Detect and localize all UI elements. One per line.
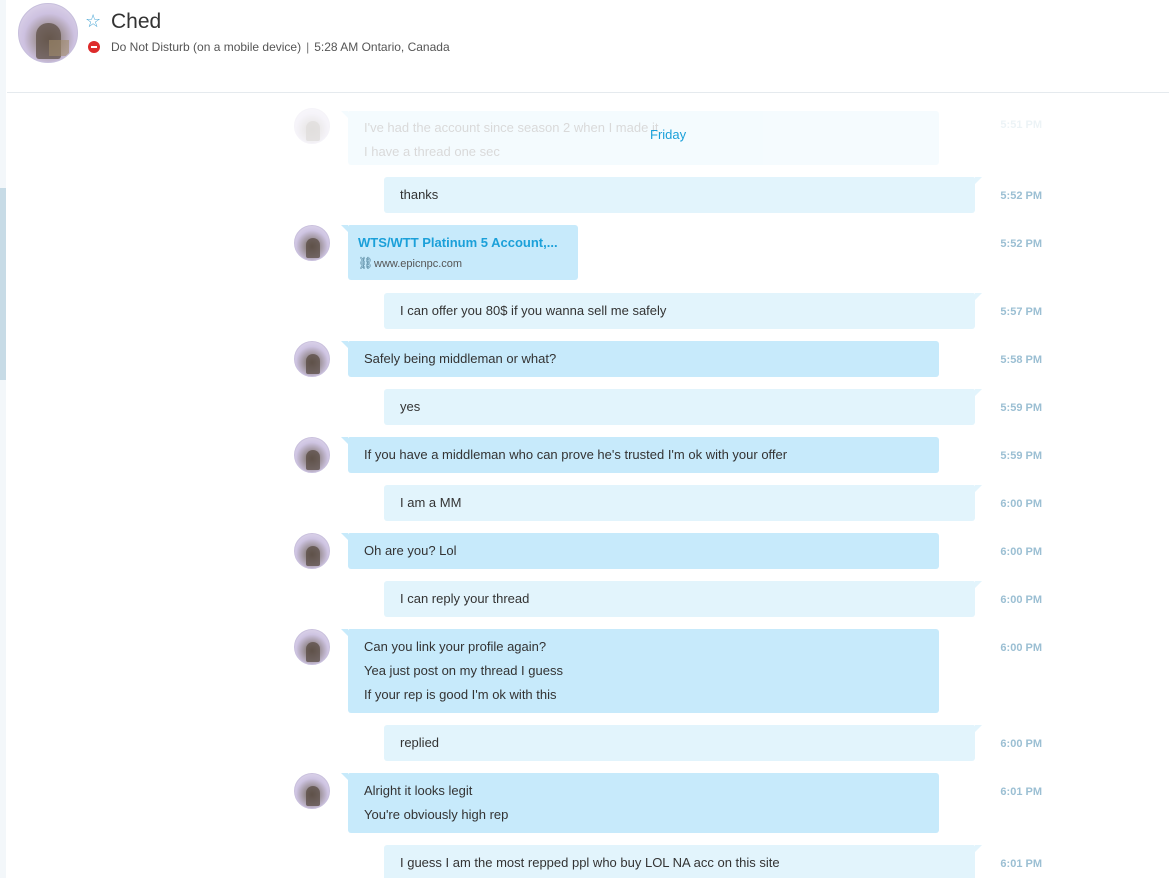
message-time: 6:00 PM xyxy=(1000,642,1042,654)
message-text: replied xyxy=(400,735,440,750)
message-bubble-received[interactable]: Alright it looks legit You're obviously … xyxy=(341,773,939,833)
message-text: Alright it looks legit xyxy=(364,783,473,798)
favorite-star-icon[interactable]: ☆ xyxy=(85,12,101,32)
do-not-disturb-icon xyxy=(88,41,100,53)
contact-avatar-small xyxy=(294,629,330,665)
day-divider: Friday xyxy=(650,127,687,142)
message-text: You're obviously high rep xyxy=(364,807,509,822)
presence-status: Do Not Disturb (on a mobile device) xyxy=(111,40,302,54)
message-text: Can you link your profile again? xyxy=(364,639,547,654)
message-time: 6:00 PM xyxy=(1000,546,1042,558)
sidebar-scrollbar[interactable] xyxy=(0,188,6,380)
message-time: 5:59 PM xyxy=(1000,450,1042,462)
message-time: 5:51 PM xyxy=(1000,119,1042,131)
message-bubble-received[interactable]: If you have a middleman who can prove he… xyxy=(341,437,939,473)
message-bubble-received[interactable]: Safely being middleman or what? xyxy=(341,341,939,377)
message-history[interactable]: I've had the account since season 2 when… xyxy=(7,93,1169,878)
message-time: 6:00 PM xyxy=(1000,594,1042,606)
message-text: I've had the account since season 2 when… xyxy=(364,120,659,135)
message-text: yes xyxy=(400,399,421,414)
message-time: 6:00 PM xyxy=(1000,738,1042,750)
contact-avatar[interactable] xyxy=(18,3,78,63)
message-bubble-sent[interactable]: I am a MM xyxy=(384,485,982,521)
contact-avatar-small xyxy=(294,341,330,377)
left-sidebar-edge xyxy=(0,0,6,878)
message-text: I guess I am the most repped ppl who buy… xyxy=(400,855,780,870)
message-text: If your rep is good I'm ok with this xyxy=(364,687,557,702)
message-bubble-sent[interactable]: replied xyxy=(384,725,982,761)
message-bubble-sent[interactable]: thanks xyxy=(384,177,982,213)
message-text: I can reply your thread xyxy=(400,591,530,606)
link-icon: ⛓ xyxy=(358,256,374,270)
link-url[interactable]: ⛓www.epicnpc.com xyxy=(358,254,568,273)
message-text: I am a MM xyxy=(400,495,462,510)
message-text: Yea just post on my thread I guess xyxy=(364,663,563,678)
message-time: 5:52 PM xyxy=(1000,238,1042,250)
message-time: 5:59 PM xyxy=(1000,402,1042,414)
message-bubble-received[interactable]: I've had the account since season 2 when… xyxy=(341,111,939,165)
message-text: I have a thread one sec xyxy=(364,144,500,159)
contact-avatar-small xyxy=(294,108,330,144)
message-text: Safely being middleman or what? xyxy=(364,351,557,366)
message-time: 6:01 PM xyxy=(1000,858,1042,870)
message-time: 6:01 PM xyxy=(1000,786,1042,798)
message-text: thanks xyxy=(400,187,439,202)
message-bubble-sent[interactable]: I can offer you 80$ if you wanna sell me… xyxy=(384,293,982,329)
message-bubble-sent[interactable]: I guess I am the most repped ppl who buy… xyxy=(384,845,982,878)
link-title[interactable]: WTS/WTT Platinum 5 Account,... xyxy=(358,232,568,254)
link-url-text: www.epicnpc.com xyxy=(374,258,463,270)
conversation-header: ☆ Ched Do Not Disturb (on a mobile devic… xyxy=(7,0,1169,93)
message-text: Oh are you? Lol xyxy=(364,543,457,558)
contact-name[interactable]: Ched xyxy=(111,10,161,34)
message-time: 5:58 PM xyxy=(1000,354,1042,366)
message-bubble-sent[interactable]: yes xyxy=(384,389,982,425)
message-bubble-sent[interactable]: I can reply your thread xyxy=(384,581,982,617)
link-preview-card[interactable]: WTS/WTT Platinum 5 Account,... ⛓www.epic… xyxy=(341,225,578,280)
local-time: 5:28 AM Ontario, Canada xyxy=(314,40,450,54)
message-text: I can offer you 80$ if you wanna sell me… xyxy=(400,303,667,318)
message-bubble-received[interactable]: Can you link your profile again? Yea jus… xyxy=(341,629,939,713)
message-time: 5:52 PM xyxy=(1000,190,1042,202)
contact-avatar-small xyxy=(294,437,330,473)
message-time: 5:57 PM xyxy=(1000,306,1042,318)
message-text: If you have a middleman who can prove he… xyxy=(364,447,788,462)
contact-status-line: Do Not Disturb (on a mobile device) | 5:28… xyxy=(111,40,450,54)
contact-avatar-small xyxy=(294,533,330,569)
contact-avatar-small xyxy=(294,225,330,261)
message-bubble-received[interactable]: Oh are you? Lol xyxy=(341,533,939,569)
contact-avatar-small xyxy=(294,773,330,809)
message-time: 6:00 PM xyxy=(1000,498,1042,510)
